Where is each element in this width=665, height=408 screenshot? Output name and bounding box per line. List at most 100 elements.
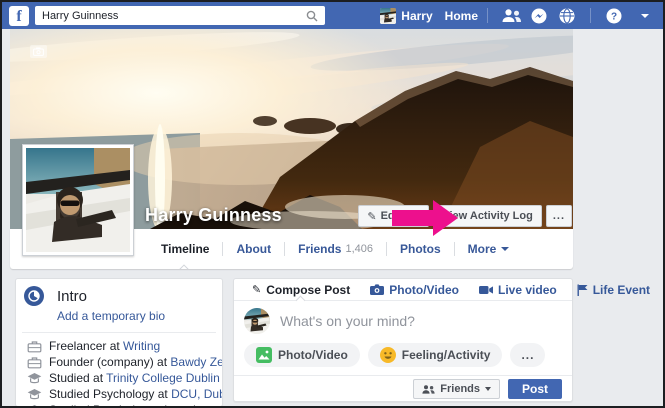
graduation-cap-icon [27, 388, 42, 399]
composer-actions: Photo/Video Feeling/Activity ... [234, 341, 572, 375]
topbar-user-name: Harry [401, 8, 433, 23]
profile-content: Harry Guinness ✎ Edit Profile View Activ… [10, 29, 650, 406]
friend-requests-icon[interactable] [501, 7, 521, 25]
briefcase-icon [27, 340, 42, 352]
tab-life-event[interactable]: Life Event [567, 279, 660, 300]
tab-photo-video[interactable]: Photo/Video [360, 279, 469, 300]
facebook-profile-page: f Harry Home [0, 0, 665, 408]
tab-timeline[interactable]: Timeline [148, 229, 222, 269]
feeling-activity-button[interactable]: Feeling/Activity [367, 343, 503, 367]
tab-label: Photo/Video [389, 282, 460, 297]
topbar-home-link[interactable]: Home [445, 9, 478, 23]
intro-item-link[interactable]: Writing [123, 339, 160, 353]
friends-count: 1,406 [345, 243, 373, 255]
intro-item-text: Studied Psychology: the science of [49, 403, 222, 406]
intro-item-link[interactable]: Trinity College Dublin [106, 371, 220, 385]
tab-label: Photos [400, 242, 441, 256]
video-camera-icon [479, 285, 494, 294]
intro-item-education[interactable]: Studied at Trinity College Dublin [16, 370, 222, 386]
intro-item-text: Studied at Trinity College Dublin [49, 371, 220, 385]
cover-more-options-button[interactable]: ... [545, 205, 572, 227]
pencil-icon: ✎ [252, 283, 262, 296]
intro-title: Intro [57, 287, 88, 305]
intro-item-text: Freelancer at Writing [49, 339, 161, 353]
profile-picture[interactable] [22, 144, 134, 256]
tab-label: About [236, 242, 272, 256]
camera-icon [370, 284, 385, 295]
intro-item-link[interactable]: Bawdy Zebra [170, 355, 222, 369]
add-bio-link[interactable]: Add a temporary bio [57, 309, 165, 323]
composer-card: ✎ Compose Post Photo/Video Live video Li… [233, 278, 650, 402]
camera-icon [33, 47, 44, 56]
intro-item-education[interactable]: Studied Psychology: the science of [16, 402, 222, 406]
topbar-right-section: Harry Home ? [380, 7, 656, 25]
search-bar[interactable] [35, 6, 325, 25]
cover-action-buttons: ✎ Edit Profile View Activity Log ... [358, 205, 572, 227]
profile-name: Harry Guinness [145, 205, 282, 225]
graduation-cap-icon [31, 404, 38, 406]
audience-selector-button[interactable]: Friends [413, 379, 500, 399]
pencil-icon: ✎ [367, 209, 377, 223]
action-label: Photo/Video [278, 348, 348, 362]
tab-friends[interactable]: Friends 1,406 [285, 229, 386, 269]
briefcase-icon [27, 356, 42, 368]
more-actions-button[interactable]: ... [510, 343, 546, 367]
intro-header: Intro [16, 279, 222, 306]
intro-card: Intro Add a temporary bio Freelancer at … [15, 278, 223, 406]
intro-item-link[interactable]: DCU, Dublin [171, 387, 222, 401]
update-cover-photo-button[interactable] [30, 45, 47, 58]
search-icon[interactable] [306, 10, 318, 22]
edit-profile-button[interactable]: ✎ Edit Profile [358, 205, 430, 227]
chevron-down-icon [485, 387, 491, 391]
tab-about[interactable]: About [223, 229, 284, 269]
view-activity-log-button[interactable]: View Activity Log [433, 205, 542, 227]
avatar[interactable] [244, 308, 270, 334]
intro-icon [24, 286, 44, 306]
divider [590, 8, 591, 23]
status-input[interactable] [280, 313, 562, 329]
intro-item-work[interactable]: Founder (company) at Bawdy Zebra [16, 354, 222, 370]
tab-photos[interactable]: Photos [387, 229, 454, 269]
topbar-profile-link[interactable]: Harry [380, 7, 433, 24]
tab-label: Timeline [161, 242, 210, 256]
top-nav-bar: f Harry Home [2, 2, 663, 29]
intro-item-education[interactable]: Studied Psychology at DCU, Dublin [16, 386, 222, 402]
composer-footer: Friends Post [234, 375, 572, 402]
tab-label: Life Event [592, 282, 651, 297]
intro-item-text: Studied Psychology at DCU, Dublin [49, 387, 222, 401]
smiley-icon [379, 347, 396, 363]
intro-item-text: Founder (company) at Bawdy Zebra [49, 355, 222, 369]
search-input[interactable] [42, 9, 306, 22]
tab-live-video[interactable]: Live video [469, 279, 567, 300]
account-menu-caret-icon[interactable] [632, 7, 652, 25]
notifications-globe-icon[interactable] [557, 7, 577, 25]
tab-label: Friends [298, 242, 342, 256]
tab-label: More [467, 242, 497, 256]
tab-more[interactable]: More [455, 229, 523, 269]
photo-icon [256, 347, 272, 363]
chevron-down-icon [501, 247, 510, 251]
composer-input-row [234, 301, 572, 341]
flag-icon [577, 284, 588, 296]
tab-compose-post[interactable]: ✎ Compose Post [242, 279, 360, 306]
audience-label: Friends [440, 383, 480, 395]
help-icon[interactable]: ? [604, 7, 624, 25]
selected-tab-notch [178, 264, 190, 269]
divider [487, 8, 488, 23]
graduation-cap-icon [27, 372, 42, 383]
ellipsis-label: ... [521, 348, 535, 362]
edit-profile-label: Edit Profile [380, 210, 430, 222]
avatar [380, 7, 397, 24]
messenger-icon[interactable] [529, 7, 549, 25]
intro-item-work[interactable]: Freelancer at Writing [16, 338, 222, 354]
post-button[interactable]: Post [508, 379, 562, 399]
photo-video-button[interactable]: Photo/Video [244, 343, 360, 367]
composer-tabs: ✎ Compose Post Photo/Video Live video Li… [234, 279, 650, 306]
divider [22, 332, 216, 333]
tab-label: Live video [498, 282, 557, 297]
action-label: Feeling/Activity [401, 348, 491, 362]
svg-text:?: ? [611, 11, 617, 22]
tab-label: Compose Post [266, 282, 351, 297]
facebook-logo[interactable]: f [9, 5, 29, 26]
friends-audience-icon [422, 384, 435, 394]
